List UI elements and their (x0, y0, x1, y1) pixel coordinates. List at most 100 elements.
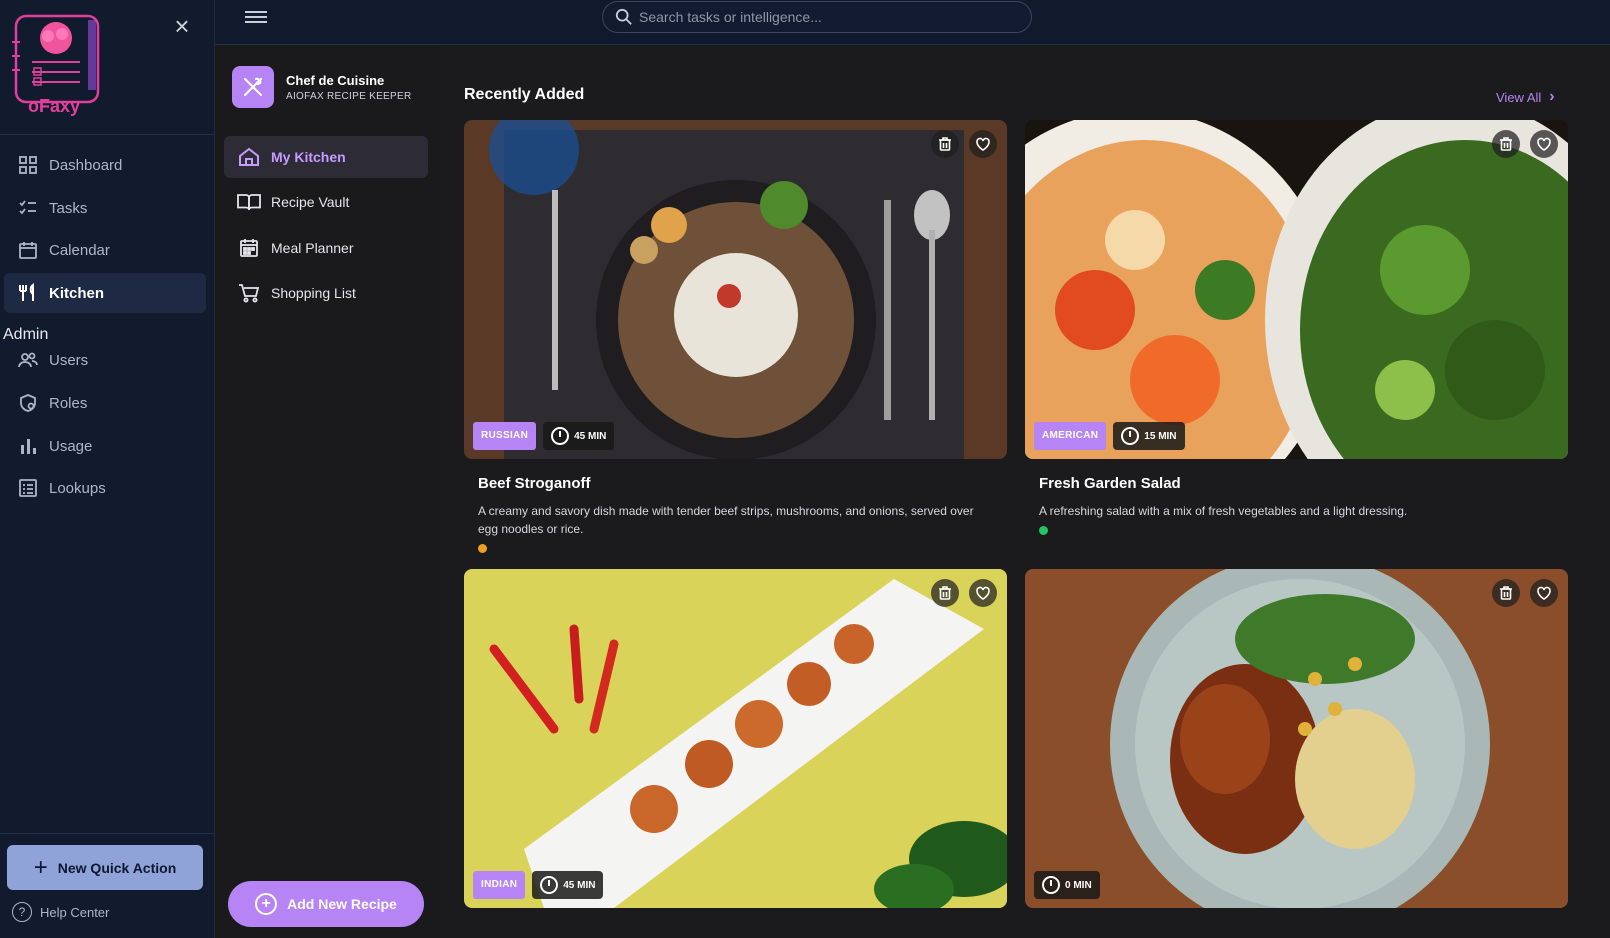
recipe-card[interactable]: AMERICAN 15 MIN Fresh Garden Salad A ref… (1025, 120, 1568, 535)
kitchen-subtitle: AIOFAX RECIPE KEEPER (286, 90, 412, 102)
delete-button[interactable] (1492, 579, 1520, 607)
recipe-image[interactable]: INDIAN 45 MIN (464, 569, 1007, 908)
main-content: Recently Added View All › RUSSIAN 45 MIN… (440, 46, 1610, 938)
recipe-title: Fresh Garden Salad (1039, 475, 1181, 492)
kitchen-nav-meal-planner[interactable]: Meal Planner (224, 227, 428, 269)
kitchen-nav-recipe-vault[interactable]: Recipe Vault (224, 181, 428, 223)
sidebar-item-label: Roles (49, 394, 88, 412)
menu-icon[interactable] (245, 8, 267, 26)
sidebar-item-label: Users (49, 351, 89, 369)
section-title: Recently Added (464, 86, 585, 103)
sidebar-item-label: Calendar (49, 241, 110, 259)
cuisine-badge: AMERICAN (1034, 422, 1107, 450)
book-open-icon (237, 191, 261, 213)
heart-icon (976, 586, 990, 600)
sidebar-item-label: Kitchen (49, 284, 105, 302)
sidebar-item-label: Tasks (49, 199, 88, 217)
recipe-image[interactable]: RUSSIAN 45 MIN (464, 120, 1007, 459)
calendar-grid-icon (237, 237, 261, 259)
favorite-button[interactable] (969, 579, 997, 607)
delete-button[interactable] (931, 130, 959, 158)
shopping-cart-icon (237, 282, 261, 304)
heart-icon (1537, 137, 1551, 151)
kitchen-nav-label: Recipe Vault (271, 194, 350, 210)
recipe-card[interactable]: RUSSIAN 45 MIN Beef Stroganoff A creamy … (464, 120, 1007, 553)
kitchen-header: Chef de Cuisine AIOFAX RECIPE KEEPER (232, 66, 411, 108)
garden-salad-photo (1025, 120, 1568, 459)
view-all-link[interactable]: View All › (1496, 88, 1555, 106)
trash-icon (1500, 137, 1512, 151)
search-input[interactable] (639, 9, 1009, 25)
help-center-link[interactable]: ? Help Center (12, 902, 109, 922)
sidebar-item-calendar[interactable]: Calendar (4, 230, 206, 270)
time-badge: 15 MIN (1113, 422, 1185, 450)
kitchen-nav-label: Shopping List (271, 285, 356, 301)
trash-icon (939, 586, 951, 600)
bar-chart-icon (17, 435, 39, 457)
recipe-card[interactable]: INDIAN 45 MIN (464, 569, 1007, 908)
clock-icon (540, 876, 559, 894)
delete-button[interactable] (931, 579, 959, 607)
list-icon (17, 477, 39, 499)
sidebar-item-roles[interactable]: Roles (4, 383, 206, 423)
kitchen-nav-label: Meal Planner (271, 240, 354, 256)
favorite-button[interactable] (969, 130, 997, 158)
trash-icon (939, 137, 951, 151)
kitchen-nav-my-kitchen[interactable]: My Kitchen (224, 136, 428, 178)
home-icon (237, 146, 261, 168)
users-icon (17, 349, 39, 371)
sidebar-item-users[interactable]: Users (4, 340, 206, 380)
heart-icon (1537, 586, 1551, 600)
favorite-button[interactable] (1530, 579, 1558, 607)
plus-icon: + (33, 853, 48, 881)
clock-icon (1121, 427, 1140, 445)
plus-circle-icon: + (255, 893, 278, 915)
sidebar-item-label: Dashboard (49, 156, 123, 174)
time-badge: 45 MIN (543, 422, 615, 450)
kitchen-title: Chef de Cuisine (286, 72, 385, 88)
kitchen-nav-label: My Kitchen (271, 149, 346, 165)
calendar-icon (17, 239, 39, 261)
search-bar[interactable] (602, 1, 1032, 33)
brand-name: oFaxy (28, 96, 81, 116)
sidebar-item-lookups[interactable]: Lookups (4, 468, 206, 508)
utensils-cross-icon (232, 66, 274, 108)
delete-button[interactable] (1492, 130, 1520, 158)
time-label: 45 MIN (563, 879, 596, 891)
help-icon: ? (12, 902, 32, 922)
heart-icon (976, 137, 990, 151)
app-sidebar: oFaxy × Dashboard Tasks Calendar Kitchen… (0, 0, 215, 938)
roles-shield-icon (17, 392, 39, 414)
sidebar-item-dashboard[interactable]: Dashboard (4, 145, 206, 185)
close-sidebar-icon[interactable]: × (170, 13, 194, 39)
kitchen-nav-shopping-list[interactable]: Shopping List (224, 272, 428, 314)
sidebar-divider (0, 833, 215, 834)
recipe-title: Beef Stroganoff (478, 475, 591, 492)
recipe-image[interactable]: 0 MIN (1025, 569, 1568, 908)
sidebar-item-label: Usage (49, 437, 93, 455)
checklist-icon (17, 197, 39, 219)
cuisine-badge: INDIAN (473, 871, 526, 899)
help-label: Help Center (40, 904, 110, 920)
sidebar-item-usage[interactable]: Usage (4, 426, 206, 466)
status-dot (478, 544, 487, 553)
favorite-button[interactable] (1530, 130, 1558, 158)
recipe-image[interactable]: AMERICAN 15 MIN (1025, 120, 1568, 459)
time-badge: 45 MIN (532, 871, 604, 899)
sidebar-item-tasks[interactable]: Tasks (4, 188, 206, 228)
view-all-label: View All (1496, 89, 1542, 105)
add-recipe-label: Add New Recipe (287, 896, 397, 912)
kitchen-sidebar: Chef de Cuisine AIOFAX RECIPE KEEPER My … (215, 46, 440, 938)
app-logo[interactable]: oFaxy (12, 12, 102, 122)
time-label: 15 MIN (1144, 430, 1177, 442)
clock-icon (551, 427, 570, 445)
add-new-recipe-button[interactable]: + Add New Recipe (228, 881, 424, 927)
sidebar-item-kitchen[interactable]: Kitchen (4, 273, 206, 313)
recipe-description: A creamy and savory dish made with tende… (478, 504, 974, 536)
trash-icon (1500, 586, 1512, 600)
recipe-description: A refreshing salad with a mix of fresh v… (1039, 504, 1408, 518)
sidebar-item-label: Lookups (49, 479, 106, 497)
new-quick-action-button[interactable]: + New Quick Action (7, 845, 203, 890)
recipe-card[interactable]: 0 MIN (1025, 569, 1568, 908)
time-label: 45 MIN (574, 430, 607, 442)
